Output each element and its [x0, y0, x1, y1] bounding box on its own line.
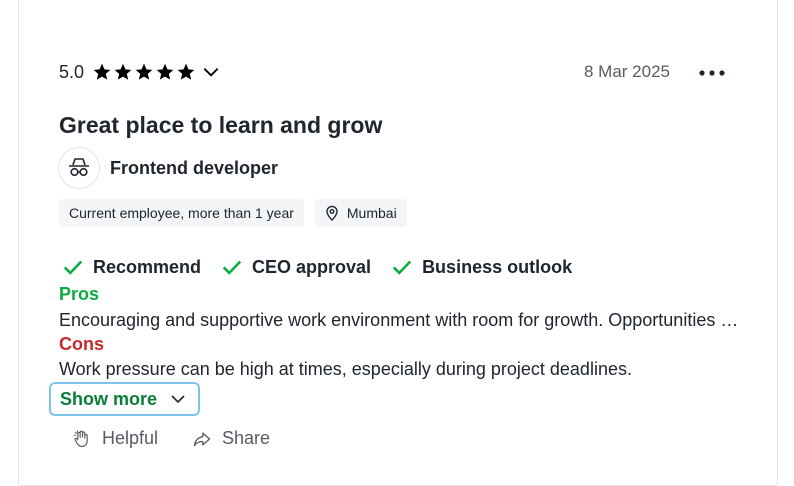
- employment-status: Current employee, more than 1 year: [69, 205, 294, 221]
- job-title: Frontend developer: [110, 157, 279, 178]
- helpful-button[interactable]: Helpful: [72, 428, 158, 449]
- clap-icon: [73, 429, 88, 447]
- check-icon: [63, 260, 83, 275]
- rating-row: 5.0: [59, 58, 222, 86]
- reviewer-tags: Current employee, more than 1 year Mumba…: [59, 199, 407, 227]
- review-date: 8 Mar 2025: [584, 62, 670, 81]
- pros-text: Encouraging and supportive work environm…: [59, 310, 739, 330]
- reviewer-role: Frontend developer: [58, 147, 278, 189]
- chevron-down-icon: [203, 68, 219, 77]
- rating-value: 5.0: [59, 61, 85, 82]
- cons-text: Work pressure can be high at times, espe…: [59, 359, 632, 379]
- ceo-rating: CEO approval: [221, 256, 371, 278]
- share-button[interactable]: Share: [192, 428, 270, 449]
- more-horizontal-icon: [699, 70, 725, 76]
- star-icon: [177, 63, 195, 80]
- helpful-label: Helpful: [102, 428, 159, 448]
- employment-tag: Current employee, more than 1 year: [59, 199, 304, 227]
- share-label: Share: [222, 428, 271, 448]
- incognito-icon: [69, 158, 89, 177]
- outlook-label: Business outlook: [422, 256, 573, 277]
- review-title: Great place to learn and grow: [59, 112, 383, 138]
- rating-details-toggle[interactable]: [200, 61, 222, 83]
- recommend-label: Recommend: [93, 256, 202, 277]
- more-options-button[interactable]: [697, 63, 727, 83]
- map-pin-icon: [326, 205, 338, 221]
- check-icon: [222, 260, 242, 275]
- review-actions: Helpful Share: [72, 428, 270, 449]
- location-tag: Mumbai: [314, 199, 407, 227]
- ceo-label: CEO approval: [252, 256, 372, 277]
- recommend-rating: Recommend: [62, 256, 201, 278]
- show-more-label: Show more: [60, 388, 158, 409]
- cons-heading: Cons: [59, 334, 104, 354]
- location-text: Mumbai: [346, 205, 397, 221]
- star-icon: [93, 63, 111, 80]
- chevron-down-icon: [171, 395, 185, 404]
- star-rating: [92, 62, 196, 82]
- show-more-button[interactable]: Show more: [49, 382, 200, 416]
- star-icon: [135, 63, 153, 80]
- star-icon: [114, 63, 132, 80]
- share-icon: [193, 432, 211, 446]
- star-icon: [156, 63, 174, 80]
- sub-ratings: Recommend CEO approval Business outlook: [62, 256, 572, 278]
- outlook-rating: Business outlook: [391, 256, 572, 278]
- avatar: [58, 147, 100, 189]
- pros-heading: Pros: [59, 284, 100, 304]
- check-icon: [392, 260, 412, 275]
